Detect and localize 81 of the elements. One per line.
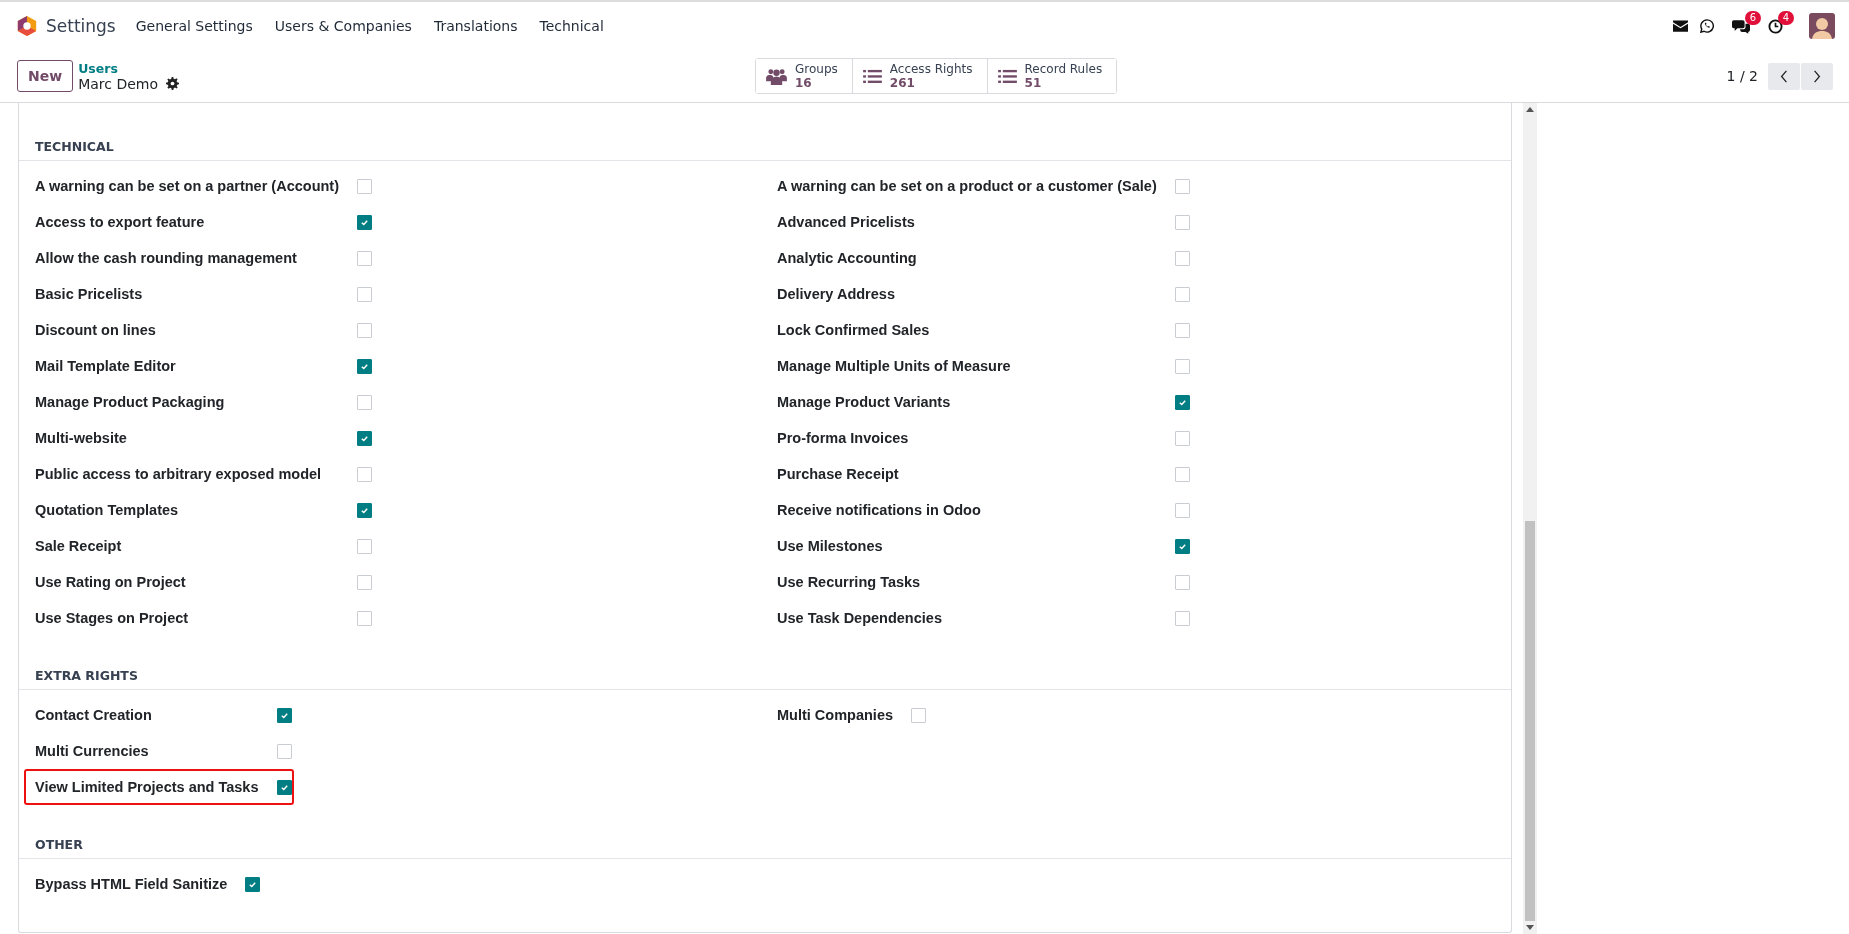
people-icon [766, 67, 787, 85]
notification-count: 6 [1744, 10, 1761, 25]
list-icon [997, 68, 1017, 84]
setting-label: Analytic Accounting [777, 249, 918, 268]
check-icon [360, 217, 369, 227]
setting-label: Use Stages on Project [35, 609, 190, 628]
checkbox[interactable] [357, 358, 372, 374]
chevron-left-icon [1780, 69, 1788, 83]
pager-value: 1 / 2 [1726, 68, 1758, 84]
checkbox[interactable] [357, 430, 372, 446]
chevron-right-icon [1813, 69, 1821, 83]
setting-label: Manage Product Variants [777, 393, 952, 412]
scroll-down-icon[interactable] [1526, 925, 1534, 930]
section-heading: OTHER [19, 837, 1511, 859]
setting-label: Bypass HTML Field Sanitize [35, 875, 228, 894]
menu-item[interactable]: Translations [433, 18, 518, 34]
check-icon [1177, 397, 1187, 407]
setting-label: Allow the cash rounding management [35, 249, 298, 268]
setting-label: Manage Multiple Units of Measure [777, 357, 1012, 376]
menu-item[interactable]: Users & Companies [274, 18, 412, 34]
settings-icon[interactable] [166, 77, 179, 90]
clock-icon[interactable] [1768, 18, 1783, 34]
check-icon [248, 879, 258, 889]
setting-label: A warning can be set on a partner (Account) [35, 177, 339, 196]
setting-label: Public access to arbitrary exposed model [35, 465, 323, 484]
menu-item[interactable]: General Settings [135, 18, 253, 34]
setting-label: Quotation Templates [35, 501, 180, 520]
scroll-up-icon[interactable] [1526, 107, 1534, 112]
scrollbar-thumb[interactable] [1525, 521, 1535, 921]
setting-label: Advanced Pricelists [777, 213, 916, 232]
setting-label: Delivery Address [777, 285, 896, 304]
checkbox[interactable] [276, 707, 292, 723]
setting-label: Lock Confirmed Sales [777, 321, 931, 340]
setting-label: Pro-forma Invoices [777, 429, 910, 448]
menu-item[interactable]: Technical [539, 18, 604, 34]
checkbox[interactable] [357, 214, 372, 230]
check-icon [1177, 541, 1187, 551]
setting-label: Use Rating on Project [35, 573, 187, 592]
checkbox[interactable] [357, 502, 372, 518]
user-avatar-icon[interactable] [1809, 13, 1835, 39]
record-name: Marc Demo [78, 75, 158, 92]
setting-label: Use Task Dependencies [777, 609, 943, 628]
app-name[interactable]: Settings [46, 16, 116, 36]
setting-label: Basic Pricelists [35, 285, 144, 304]
setting-label: Receive notifications in Odoo [777, 501, 982, 520]
setting-label: Discount on lines [35, 321, 157, 340]
setting-label: Multi-website [35, 429, 128, 448]
check-icon [279, 710, 289, 720]
next-button[interactable] [1801, 62, 1833, 90]
section-heading: TECHNICAL [19, 139, 1511, 161]
setting-label: Manage Product Packaging [35, 393, 226, 412]
setting-label: Multi Companies [777, 706, 893, 725]
setting-label: Contact Creation [35, 706, 153, 725]
setting-label: Mail Template Editor [35, 357, 177, 376]
checkbox[interactable] [1174, 538, 1190, 554]
check-icon [360, 361, 369, 371]
stat-button[interactable]: Groups 16 [756, 59, 853, 93]
checkbox[interactable] [276, 779, 292, 795]
check-icon [279, 782, 289, 792]
section-heading: EXTRA RIGHTS [19, 668, 1511, 690]
notification-count: 4 [1777, 10, 1794, 25]
phone-chat-icon[interactable] [1700, 19, 1714, 33]
list-icon [862, 68, 882, 84]
app-logo-icon[interactable] [16, 15, 38, 37]
new-button[interactable]: New [17, 60, 74, 92]
setting-label: A warning can be set on a product or a customer (Sale) [777, 177, 1157, 196]
setting-label: Sale Receipt [35, 537, 123, 556]
breadcrumb-link[interactable]: Users [78, 60, 179, 76]
setting-label: Multi Currencies [35, 742, 150, 761]
check-icon [360, 505, 369, 515]
previous-button[interactable] [1768, 62, 1800, 90]
setting-label: Use Recurring Tasks [777, 573, 922, 592]
envelope-icon[interactable] [1673, 20, 1688, 32]
setting-label: Access to export feature [35, 213, 206, 232]
setting-label: Use Milestones [777, 537, 884, 556]
checkbox[interactable] [245, 876, 261, 892]
speech-bubbles-icon[interactable] [1732, 18, 1750, 34]
setting-label: Purchase Receipt [777, 465, 900, 484]
checkbox[interactable] [1174, 394, 1190, 410]
check-icon [360, 433, 369, 443]
setting-label: View Limited Projects and Tasks [35, 778, 259, 797]
